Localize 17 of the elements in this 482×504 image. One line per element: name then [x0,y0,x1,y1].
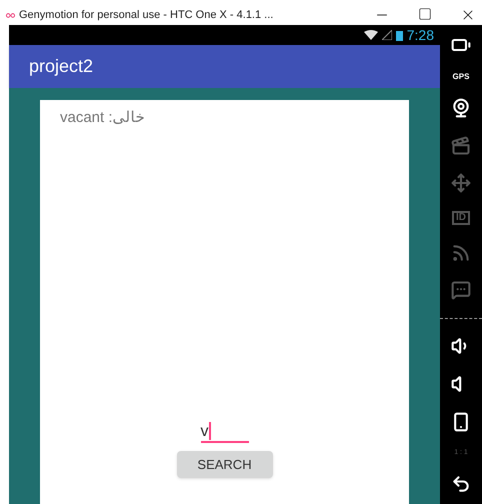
clock: 7:28 [406,28,434,42]
app-title: project2 [29,55,94,78]
webcam-icon[interactable] [451,98,471,118]
label-text: خالی: vacant [60,108,145,128]
search-button[interactable]: SEARCH [176,451,272,478]
app-logo-icon [6,12,15,18]
wifi-icon [364,30,378,40]
gps-button[interactable]: GPS [452,72,470,81]
text-input[interactable]: v [200,422,248,443]
maximize-icon[interactable] [418,7,432,21]
rotate-icon[interactable] [451,412,471,432]
input-value: v [200,424,208,440]
battery-icon [396,30,403,40]
window-title: Genymotion for personal use - HTC One X - 4.1.1 ... [19,8,274,23]
signal-icon [382,30,392,40]
back-icon[interactable] [451,474,471,494]
text-cursor [208,422,210,440]
